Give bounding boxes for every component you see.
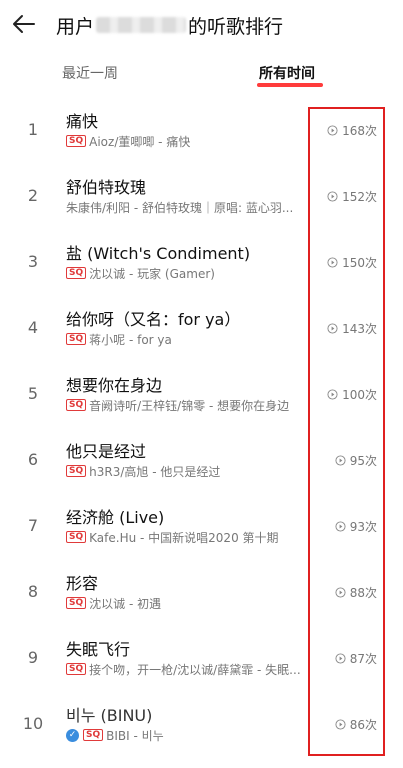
rank-number: 5 [27,384,39,403]
rank-number: 3 [27,252,39,271]
tab-recent-week[interactable]: 最近一周 [62,63,118,83]
song-subtitle-row: SQ 音阙诗听/王梓钰/锦零 - 想要你在身边 [66,397,289,413]
song-title: 形容 [66,574,99,593]
sq-badge: SQ [66,531,87,543]
song-subtitle-row: SQ 接个吻，开一枪/沈以诚/薛黛霏 - 失眠... [66,661,301,677]
sq-badge: SQ [66,333,87,345]
rank-number: 9 [27,648,39,667]
header: 用户 的听歌排行 [0,0,403,50]
verified-icon: ✓ [66,728,79,742]
song-subtitle: 蒋小呢 - for ya [89,332,172,347]
rank-number: 10 [22,714,44,733]
song-subtitle-row: ✓ SQ BIBI - 비누 [66,727,164,743]
song-subtitle-row: SQ 沈以诚 - 玩家 (Gamer) [66,265,215,281]
song-title: 痛快 [66,112,99,131]
song-subtitle: 沈以诚 - 玩家 (Gamer) [89,266,215,281]
rank-number: 6 [27,450,39,469]
arrow-left-icon[interactable] [10,10,38,38]
sq-badge: SQ [66,597,87,609]
rank-number: 1 [27,120,39,139]
sq-badge: SQ [66,399,87,411]
song-title: 失眠飞行 [66,640,131,659]
tab-all-time[interactable]: 所有时间 [259,63,315,83]
sq-badge: SQ [66,267,87,279]
rank-number: 8 [27,582,39,601]
song-subtitle: 朱康伟/利阳 - 舒伯特玫瑰｜原唱: 蓝心羽... [66,200,294,215]
song-subtitle: h3R3/高旭 - 他只是经过 [89,464,221,479]
sq-badge: SQ [83,729,104,741]
song-title: 비누 (BINU) [66,706,153,725]
title-suffix: 的听歌排行 [188,15,284,38]
song-title: 他只是经过 [66,442,147,461]
song-subtitle: 接个吻，开一枪/沈以诚/薛黛霏 - 失眠... [89,662,301,677]
song-subtitle: 沈以诚 - 初遇 [89,596,162,611]
song-title: 经济舱 (Live) [66,508,165,527]
song-subtitle: 音阙诗听/王梓钰/锦零 - 想要你在身边 [89,398,290,413]
rank-number: 4 [27,318,39,337]
song-subtitle-row: 朱康伟/利阳 - 舒伯特玫瑰｜原唱: 蓝心羽... [66,199,293,215]
title-prefix: 用户 [56,15,95,38]
song-title: 盐 (Witch's Condiment) [66,244,251,263]
rank-number: 7 [27,516,39,535]
song-subtitle-row: SQ Kafe.Hu - 中国新说唱2020 第十期 [66,529,279,545]
song-subtitle: BIBI - 비누 [106,728,164,743]
play-count-highlight-box [308,107,385,756]
song-subtitle-row: SQ h3R3/高旭 - 他只是经过 [66,463,220,479]
song-title: 舒伯特玫瑰 [66,178,147,197]
sq-badge: SQ [66,663,87,675]
song-subtitle: Kafe.Hu - 中国新说唱2020 第十期 [89,530,279,545]
sq-badge: SQ [66,465,87,477]
sq-badge: SQ [66,135,87,147]
blurred-username [96,17,187,33]
active-tab-indicator [257,83,323,87]
song-title: 想要你在身边 [66,376,163,395]
rank-number: 2 [27,186,39,205]
song-subtitle: Aioz/董唧唧 - 痛快 [89,134,191,149]
song-title: 给你呀（又名：for ya） [66,310,241,329]
song-subtitle-row: SQ 蒋小呢 - for ya [66,331,172,347]
page-title: 用户 的听歌排行 [56,10,283,40]
song-subtitle-row: SQ Aioz/董唧唧 - 痛快 [66,133,190,149]
song-subtitle-row: SQ 沈以诚 - 初遇 [66,595,161,611]
